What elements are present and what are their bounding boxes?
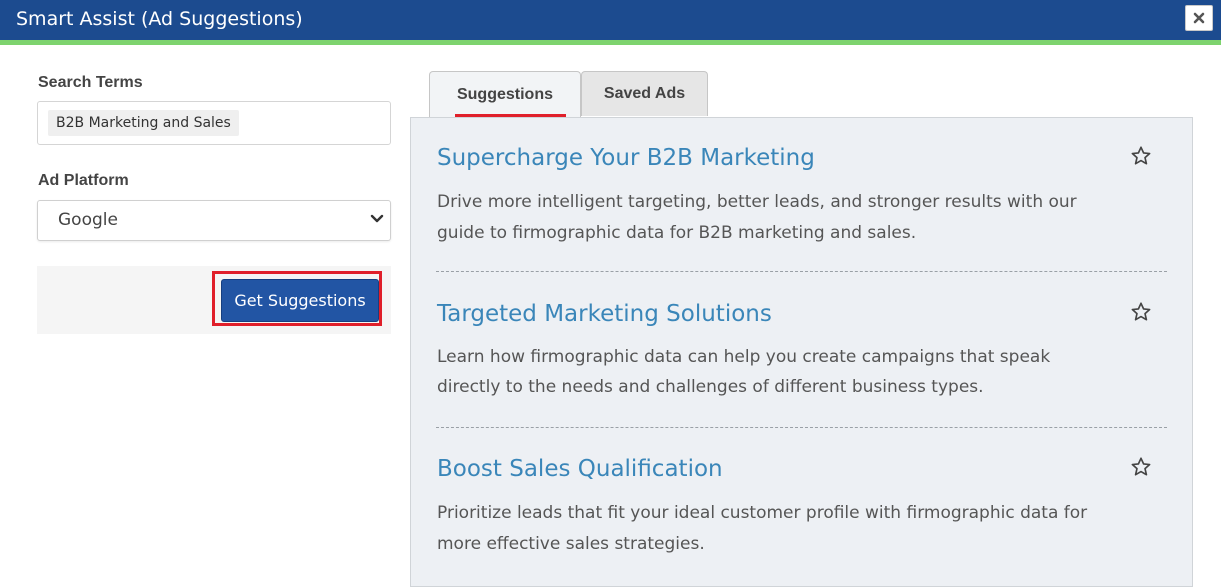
- suggestion-description-line: Prioritize leads that fit your ideal cus…: [437, 503, 1088, 523]
- chevron-down-icon: [370, 214, 384, 223]
- close-button[interactable]: [1185, 5, 1213, 31]
- ad-platform-value: Google: [58, 210, 118, 230]
- star-icon[interactable]: [1130, 456, 1152, 478]
- accent-bar: [0, 40, 1221, 45]
- suggestion-divider: [436, 427, 1167, 428]
- ad-platform-select[interactable]: Google: [37, 200, 391, 241]
- form-actions: Get Suggestions: [37, 266, 391, 334]
- search-terms-input[interactable]: B2B Marketing and Sales: [37, 101, 391, 145]
- suggestion-description-line: Learn how firmographic data can help you…: [437, 347, 1051, 367]
- suggestion-description-line: more effective sales strategies.: [437, 534, 705, 554]
- search-term-chip[interactable]: B2B Marketing and Sales: [48, 110, 239, 136]
- suggestion-description-line: directly to the needs and challenges of …: [437, 377, 984, 397]
- suggestion-divider: [436, 271, 1167, 272]
- get-suggestions-button[interactable]: Get Suggestions: [221, 279, 379, 322]
- suggestion-title[interactable]: Supercharge Your B2B Marketing: [437, 143, 815, 173]
- suggestion-title[interactable]: Targeted Marketing Solutions: [437, 299, 772, 329]
- close-icon: [1193, 12, 1205, 24]
- star-icon[interactable]: [1130, 301, 1152, 323]
- suggestion-title[interactable]: Boost Sales Qualification: [437, 454, 723, 484]
- star-icon[interactable]: [1130, 145, 1152, 167]
- search-terms-label: Search Terms: [38, 74, 143, 91]
- title-bar: Smart Assist (Ad Suggestions): [0, 0, 1221, 40]
- window-title: Smart Assist (Ad Suggestions): [16, 8, 303, 30]
- suggestion-description-line: Drive more intelligent targeting, better…: [437, 192, 1077, 212]
- ad-platform-label: Ad Platform: [38, 172, 129, 189]
- tab-suggestions[interactable]: Suggestions: [429, 71, 581, 117]
- suggestion-description-line: guide to firmographic data for B2B marke…: [437, 223, 917, 243]
- tab-saved-ads[interactable]: Saved Ads: [581, 71, 708, 116]
